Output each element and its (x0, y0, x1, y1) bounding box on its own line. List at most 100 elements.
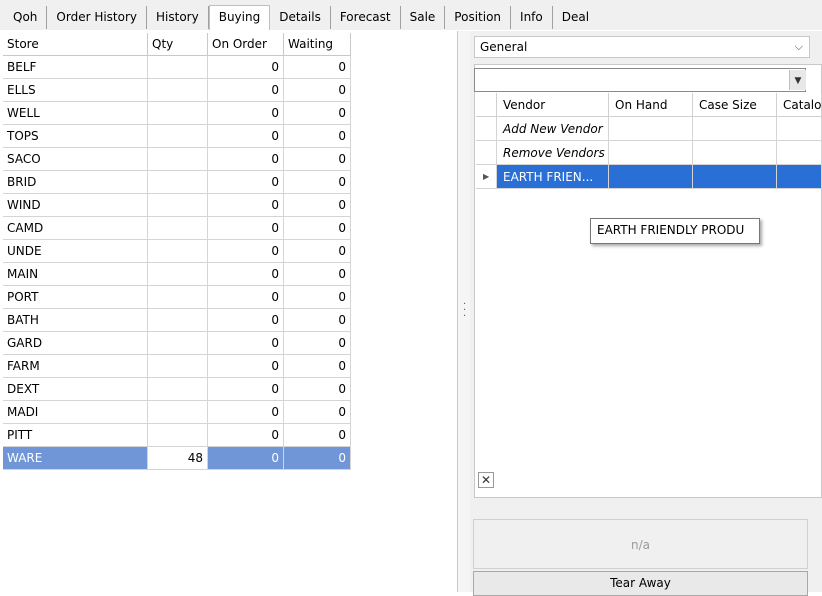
table-row[interactable]: PORT 0 0 (3, 285, 351, 309)
table-row[interactable]: GARD 0 0 (3, 331, 351, 355)
store-cell[interactable]: UNDE (3, 239, 148, 263)
qty-cell[interactable] (147, 285, 208, 309)
tab-details[interactable]: Details (270, 6, 331, 29)
waiting-cell[interactable]: 0 (283, 78, 351, 102)
vendor-cell[interactable] (693, 117, 777, 141)
qty-cell[interactable] (147, 78, 208, 102)
on-order-cell[interactable]: 0 (207, 285, 284, 309)
table-row[interactable]: TOPS 0 0 (3, 124, 351, 148)
on-order-cell[interactable]: 0 (207, 239, 284, 263)
qty-cell[interactable] (147, 331, 208, 355)
on-order-cell[interactable]: 0 (207, 55, 284, 79)
table-row[interactable]: PITT 0 0 (3, 423, 351, 447)
store-cell[interactable]: TOPS (3, 124, 148, 148)
qty-cell[interactable] (147, 423, 208, 447)
on-order-cell[interactable]: 0 (207, 400, 284, 424)
qty-cell[interactable] (147, 124, 208, 148)
waiting-cell[interactable]: 0 (283, 147, 351, 171)
tab-order-history[interactable]: Order History (47, 6, 148, 29)
table-row[interactable]: FARM 0 0 (3, 354, 351, 378)
tab-info[interactable]: Info (511, 6, 553, 29)
qty-cell[interactable] (147, 377, 208, 401)
waiting-cell[interactable]: 0 (283, 331, 351, 355)
on-order-cell[interactable]: 0 (207, 216, 284, 240)
column-header-catalog[interactable]: Catalo (777, 93, 822, 117)
table-row[interactable]: DEXT 0 0 (3, 377, 351, 401)
on-order-cell[interactable]: 0 (207, 101, 284, 125)
on-order-cell[interactable]: 0 (207, 147, 284, 171)
waiting-cell[interactable]: 0 (283, 239, 351, 263)
table-row[interactable]: WELL 0 0 (3, 101, 351, 125)
table-row[interactable]: WIND 0 0 (3, 193, 351, 217)
qty-cell[interactable] (147, 400, 208, 424)
tab-sale[interactable]: Sale (401, 6, 446, 29)
tab-buying[interactable]: Buying (208, 5, 271, 30)
store-cell[interactable]: WARE (3, 446, 148, 470)
table-row[interactable]: SACO 0 0 (3, 147, 351, 171)
vendor-cell[interactable] (609, 141, 693, 165)
on-order-cell[interactable]: 0 (207, 78, 284, 102)
store-cell[interactable]: BATH (3, 308, 148, 332)
vendor-cell[interactable] (777, 117, 822, 141)
qty-cell[interactable] (147, 170, 208, 194)
waiting-cell[interactable]: 0 (283, 446, 351, 470)
qty-cell[interactable] (147, 101, 208, 125)
close-icon[interactable]: ✕ (478, 472, 494, 488)
on-order-cell[interactable]: 0 (207, 124, 284, 148)
store-cell[interactable]: CAMD (3, 216, 148, 240)
waiting-cell[interactable]: 0 (283, 170, 351, 194)
qty-cell[interactable] (147, 354, 208, 378)
table-row[interactable]: BELF 0 0 (3, 55, 351, 79)
on-order-cell[interactable]: 0 (207, 262, 284, 286)
vendor-cell[interactable] (777, 141, 822, 165)
vendor-filter-input[interactable] (474, 68, 806, 92)
on-order-cell[interactable]: 0 (207, 193, 284, 217)
tear-away-button[interactable]: Tear Away (473, 571, 808, 596)
waiting-cell[interactable]: 0 (283, 354, 351, 378)
vendor-filter-dropdown-button[interactable]: ▼ (789, 70, 806, 90)
table-row[interactable]: UNDE 0 0 (3, 239, 351, 263)
qty-cell[interactable] (147, 308, 208, 332)
on-order-cell[interactable]: 0 (207, 170, 284, 194)
qty-cell[interactable]: 48 (147, 446, 208, 470)
on-order-cell[interactable]: 0 (207, 377, 284, 401)
tab-qoh[interactable]: Qoh (4, 6, 48, 29)
vendor-row-earth-friendly[interactable]: EARTH FRIEN... (497, 165, 609, 189)
table-row[interactable]: WARE 48 0 0 (3, 446, 351, 470)
table-row[interactable]: BATH 0 0 (3, 308, 351, 332)
column-header-waiting[interactable]: Waiting (283, 33, 351, 56)
waiting-cell[interactable]: 0 (283, 216, 351, 240)
store-cell[interactable]: ELLS (3, 78, 148, 102)
store-cell[interactable]: SACO (3, 147, 148, 171)
tab-position[interactable]: Position (445, 6, 512, 29)
waiting-cell[interactable]: 0 (283, 124, 351, 148)
store-cell[interactable]: GARD (3, 331, 148, 355)
waiting-cell[interactable]: 0 (283, 423, 351, 447)
waiting-cell[interactable]: 0 (283, 262, 351, 286)
table-row[interactable]: MAIN 0 0 (3, 262, 351, 286)
store-cell[interactable]: DEXT (3, 377, 148, 401)
add-new-vendor-row[interactable]: Add New Vendor (497, 117, 609, 141)
qty-cell[interactable] (147, 216, 208, 240)
on-order-cell[interactable]: 0 (207, 354, 284, 378)
store-cell[interactable]: BRID (3, 170, 148, 194)
column-header-vendor[interactable]: Vendor (497, 93, 609, 117)
vendor-cell[interactable] (693, 141, 777, 165)
table-row[interactable]: MADI 0 0 (3, 400, 351, 424)
waiting-cell[interactable]: 0 (283, 193, 351, 217)
table-row[interactable]: ELLS 0 0 (3, 78, 351, 102)
table-row[interactable]: BRID 0 0 (3, 170, 351, 194)
store-cell[interactable]: WELL (3, 101, 148, 125)
store-cell[interactable]: BELF (3, 55, 148, 79)
qty-cell[interactable] (147, 147, 208, 171)
qty-cell[interactable] (147, 239, 208, 263)
vendor-cell[interactable] (777, 165, 822, 189)
on-order-cell[interactable]: 0 (207, 446, 284, 470)
store-cell[interactable]: MAIN (3, 262, 148, 286)
store-cell[interactable]: FARM (3, 354, 148, 378)
on-order-cell[interactable]: 0 (207, 423, 284, 447)
qty-cell[interactable] (147, 262, 208, 286)
store-cell[interactable]: PITT (3, 423, 148, 447)
column-header-on-hand[interactable]: On Hand (609, 93, 693, 117)
waiting-cell[interactable]: 0 (283, 308, 351, 332)
